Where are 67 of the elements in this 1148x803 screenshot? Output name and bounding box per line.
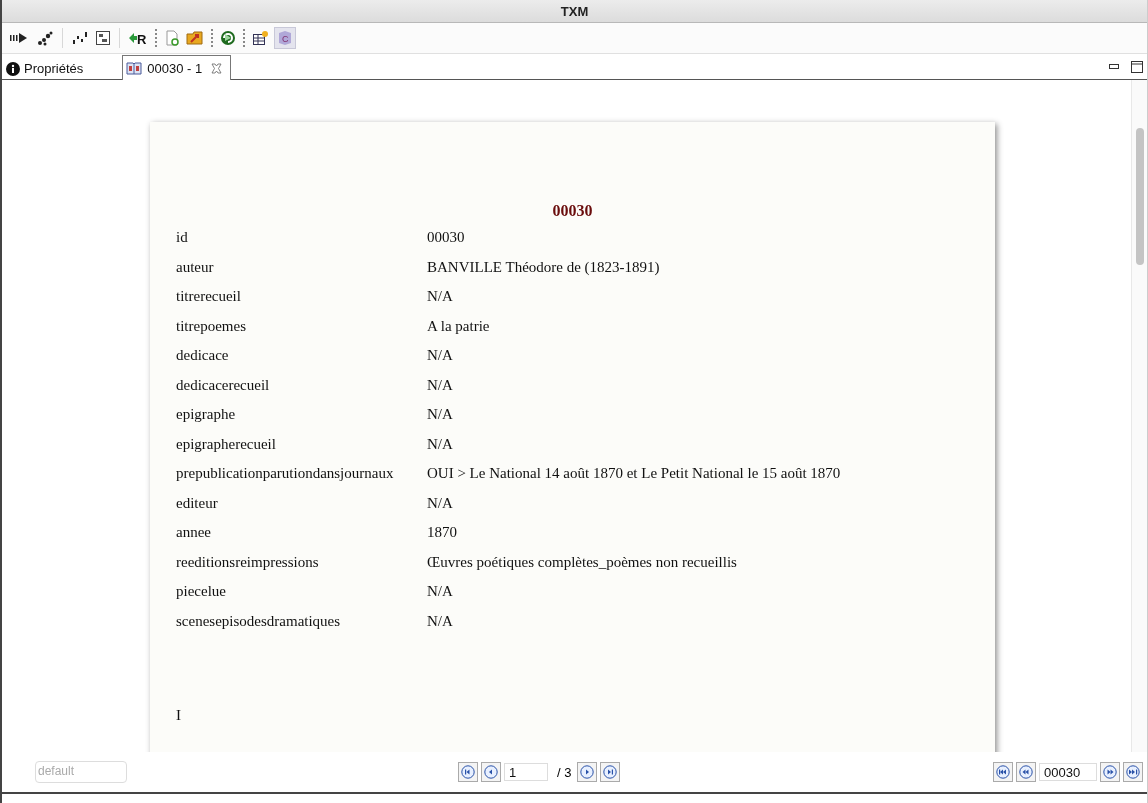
metadata-value: N/A [427,434,454,453]
page-total: / 3 [557,764,572,780]
metadata-key: epigraphe [176,405,427,423]
scrollbar-thumb[interactable] [1136,128,1144,265]
last-text-icon [1126,765,1140,779]
first-text-icon [996,765,1010,779]
metadata-key: dedicacerecueil [176,375,427,394]
metadata-value: Œuvres poétiques complètes_poèmes non recueillis [427,552,738,571]
document-title: 00030 [551,202,594,220]
metadata-key: titrerecueil [176,287,427,305]
metadata-key: titrepoemes [176,316,427,335]
folder-icon[interactable] [186,30,204,46]
metadata-value: N/A [427,346,454,364]
scrollbar-track[interactable] [1131,80,1147,752]
editor-tab[interactable]: Propriétés [2,57,95,79]
last-text-button[interactable] [1123,762,1143,782]
metadata-key: annee [176,523,427,541]
metadata-key: auteur [176,257,427,276]
table-add-icon[interactable] [252,30,268,46]
last-page-icon [603,765,618,779]
first-page-icon [461,765,475,779]
metadata-key: piecelue [176,582,427,600]
metadata-key: reeditionsreimpressions [176,552,427,571]
next-text-icon [1103,765,1117,779]
metadata-key: id [176,228,427,246]
metadata-value: N/A [427,405,454,423]
minimize-icon[interactable] [1109,63,1119,70]
book-icon [126,61,143,75]
refresh-icon[interactable] [220,30,236,46]
page-field[interactable]: 1 [504,763,548,781]
metadata-value: N/A [427,611,454,630]
metadata-value: N/A [427,375,454,394]
previous-text-button[interactable] [1016,762,1036,782]
next-text-button[interactable] [1100,762,1120,782]
metadata-value: N/A [427,493,454,512]
next-page-icon [580,765,595,779]
previous-page-icon [484,765,498,779]
metadata-value: A la patrie [427,316,491,335]
metadata-key: scenesepisodesdramatiques [176,611,427,630]
section-heading: I [176,706,181,724]
info-icon [6,61,20,76]
close-icon[interactable] [211,62,223,74]
next-page-button[interactable] [577,762,598,782]
metadata-key: epigrapherecueil [176,434,427,453]
metadata-key: prepublicationparutiondansjournaux [176,464,427,482]
maximize-icon[interactable] [1131,60,1143,73]
c-cube-icon[interactable]: C [277,30,293,46]
window-title: TXM [560,3,589,19]
metadata-value: N/A [427,287,454,305]
dot-plot-icon[interactable] [71,30,89,46]
editor-tab[interactable]: 00030 - 1 [122,55,232,80]
metadata-key: editeur [176,493,427,512]
previous-page-button[interactable] [481,762,501,782]
first-text-button[interactable] [993,762,1013,782]
metadata-value: OUI > Le National 14 août 1870 et Le Petit National le 15 août 1870 [427,464,841,482]
text-id-field[interactable]: 00030 [1039,763,1097,781]
metadata-value: 00030 [427,228,466,246]
metadata-value: 1870 [427,523,458,541]
scatter-dots-icon[interactable] [36,30,54,46]
new-document-icon[interactable] [164,30,180,46]
previous-text-icon [1019,765,1033,779]
last-page-button[interactable] [600,762,621,782]
metadata-value: N/A [427,582,454,600]
metadata-key: dedicace [176,346,427,364]
first-page-button[interactable] [458,762,478,782]
metadata-value: BANVILLE Théodore de (1823-1891) [427,257,661,276]
window-split-icon[interactable] [95,30,111,46]
